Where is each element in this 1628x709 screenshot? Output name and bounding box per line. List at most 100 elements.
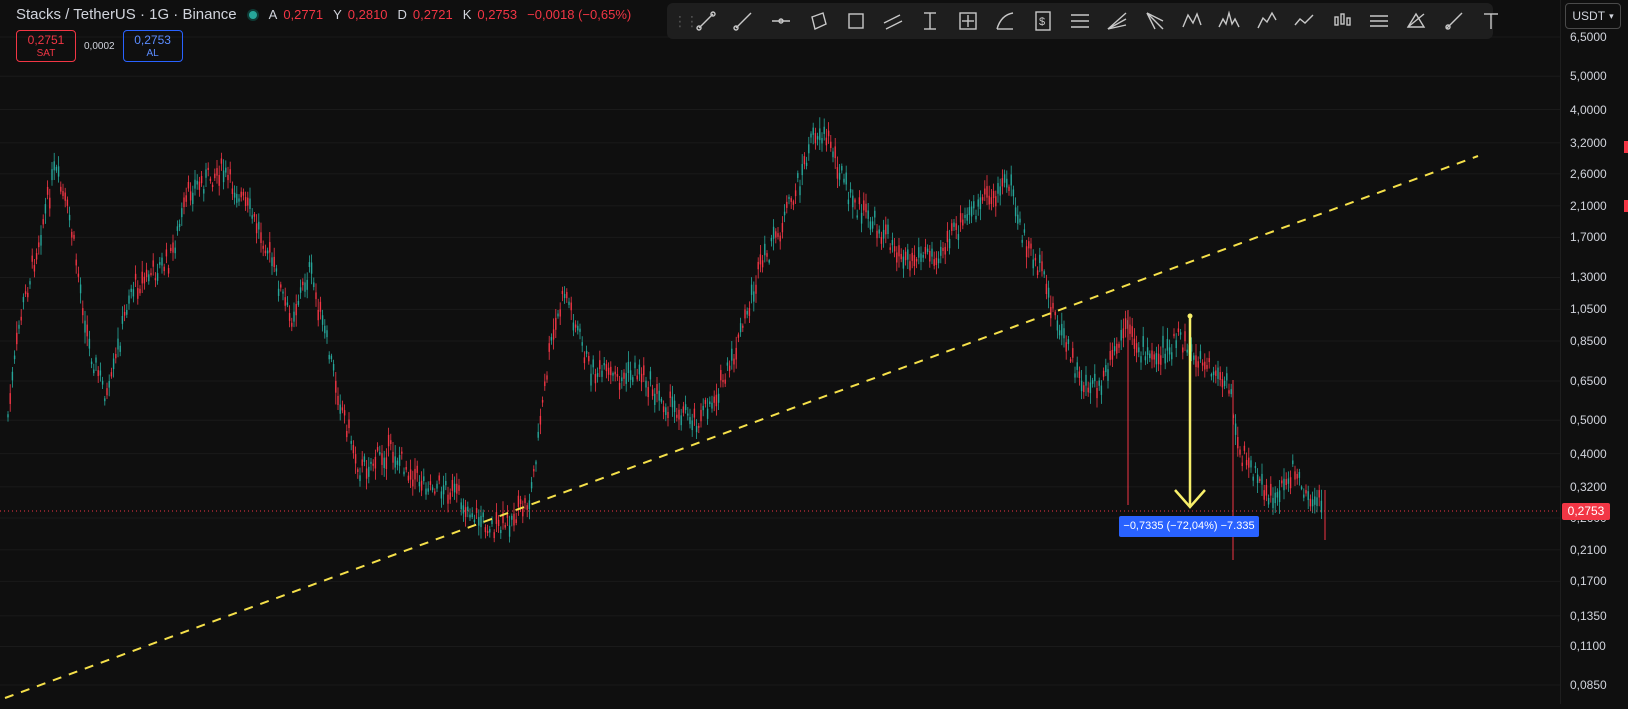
candle-body: [1179, 332, 1182, 335]
candle-body: [665, 407, 667, 415]
candle-body: [194, 179, 196, 189]
candle-body: [123, 311, 126, 316]
candle-body: [350, 440, 352, 444]
candle-body: [764, 243, 766, 256]
candle-body: [1129, 324, 1131, 334]
elliott-wave-icon[interactable]: [1252, 6, 1282, 36]
candle-body: [1030, 243, 1032, 249]
candle-body: [933, 259, 935, 266]
candle-body: [132, 289, 135, 297]
candle-body: [878, 229, 880, 234]
candle-body: [660, 398, 663, 402]
head-shoulders-icon[interactable]: [1214, 6, 1244, 36]
buy-button[interactable]: 0,2753 AL: [122, 30, 183, 62]
candle-body: [1318, 490, 1320, 498]
arc-icon[interactable]: [990, 6, 1020, 36]
candle-body: [775, 231, 777, 238]
candle-body: [691, 420, 693, 431]
brush-icon[interactable]: [1439, 6, 1469, 36]
candle-body: [1142, 336, 1144, 347]
measure-label[interactable]: −0,7335 (−72,04%) −7.335: [1119, 516, 1259, 537]
candle-body: [1245, 459, 1248, 466]
horizontal-line-icon[interactable]: [766, 6, 796, 36]
candle-body: [689, 417, 691, 425]
price-tick-label: 1,7000: [1570, 230, 1607, 245]
candle-body: [1217, 367, 1219, 379]
currency-selector[interactable]: USDT ▾: [1565, 3, 1621, 29]
candle-body: [746, 310, 748, 315]
price-range-icon[interactable]: [915, 6, 945, 36]
candle-body: [929, 250, 931, 262]
candle-body: [148, 274, 150, 282]
candle-body: [871, 221, 874, 229]
candle-body: [225, 167, 227, 173]
date-price-range-icon[interactable]: [953, 6, 983, 36]
candle-body: [354, 454, 357, 464]
candle-body: [1052, 302, 1054, 309]
rotated-rectangle-icon[interactable]: [803, 6, 833, 36]
candle-body: [1204, 361, 1206, 370]
candle-body: [979, 197, 982, 210]
gann-box-icon[interactable]: [1364, 6, 1394, 36]
candle-body: [1276, 492, 1279, 498]
fib-retracement-icon[interactable]: [1065, 6, 1095, 36]
candle-body: [207, 167, 209, 170]
candle-body: [867, 210, 869, 219]
candle-body: [880, 236, 883, 244]
candle-body: [704, 400, 707, 404]
candle-body: [761, 260, 764, 268]
symbol-title[interactable]: Stacks / TetherUS · 1G · Binance: [16, 6, 237, 23]
rectangle-icon[interactable]: [841, 6, 871, 36]
candle-body: [269, 242, 271, 253]
trend-line-icon[interactable]: [691, 6, 721, 36]
fib-fan-icon[interactable]: [1102, 6, 1132, 36]
candle-body: [770, 237, 773, 242]
candle-body: [288, 313, 291, 321]
market-status-icon[interactable]: [246, 8, 259, 21]
pitchfork-icon[interactable]: [1140, 6, 1170, 36]
candle-body: [306, 279, 308, 290]
candle-body: [891, 239, 894, 246]
candle-body: [108, 381, 110, 388]
long-position-icon[interactable]: $: [1028, 6, 1058, 36]
close-label: K: [462, 7, 472, 22]
candle-body: [33, 265, 36, 272]
candle-body: [183, 197, 185, 208]
candle-body: [803, 156, 806, 165]
candle-body: [1296, 473, 1298, 479]
text-icon[interactable]: [1476, 6, 1506, 36]
candle-body: [1032, 259, 1034, 269]
ray-icon[interactable]: [728, 6, 758, 36]
candle-body: [533, 469, 535, 472]
candle-body: [79, 284, 82, 294]
chart-canvas[interactable]: [0, 0, 1560, 704]
candlestick-icon[interactable]: [1327, 6, 1357, 36]
candle-body: [117, 338, 119, 350]
drag-handle-icon[interactable]: ⋮⋮: [673, 13, 699, 30]
candle-body: [198, 181, 201, 190]
measure-arrow[interactable]: [1174, 313, 1206, 509]
candle-body: [1153, 354, 1155, 360]
candle-body: [658, 390, 660, 401]
candle-body: [915, 258, 918, 262]
candle-body: [1215, 370, 1217, 376]
triangle-pattern-icon[interactable]: [1401, 6, 1431, 36]
candle-body: [898, 245, 900, 257]
candle-body: [623, 372, 625, 379]
candle-body: [918, 247, 920, 258]
candle-body: [1083, 385, 1085, 393]
candle-body: [277, 288, 280, 296]
candle-body: [1149, 353, 1151, 359]
candle-body: [154, 278, 157, 281]
candle-body: [957, 234, 960, 241]
candle-body: [874, 210, 876, 218]
parallel-channel-icon[interactable]: [878, 6, 908, 36]
xabcd-pattern-icon[interactable]: [1177, 6, 1207, 36]
path-icon[interactable]: [1289, 6, 1319, 36]
candle-body: [570, 302, 572, 311]
candle-body: [552, 329, 555, 340]
price-chart[interactable]: [0, 0, 1560, 704]
sell-button[interactable]: 0,2751 SAT: [16, 30, 76, 62]
candle-body: [106, 388, 108, 396]
candle-body: [504, 525, 506, 528]
